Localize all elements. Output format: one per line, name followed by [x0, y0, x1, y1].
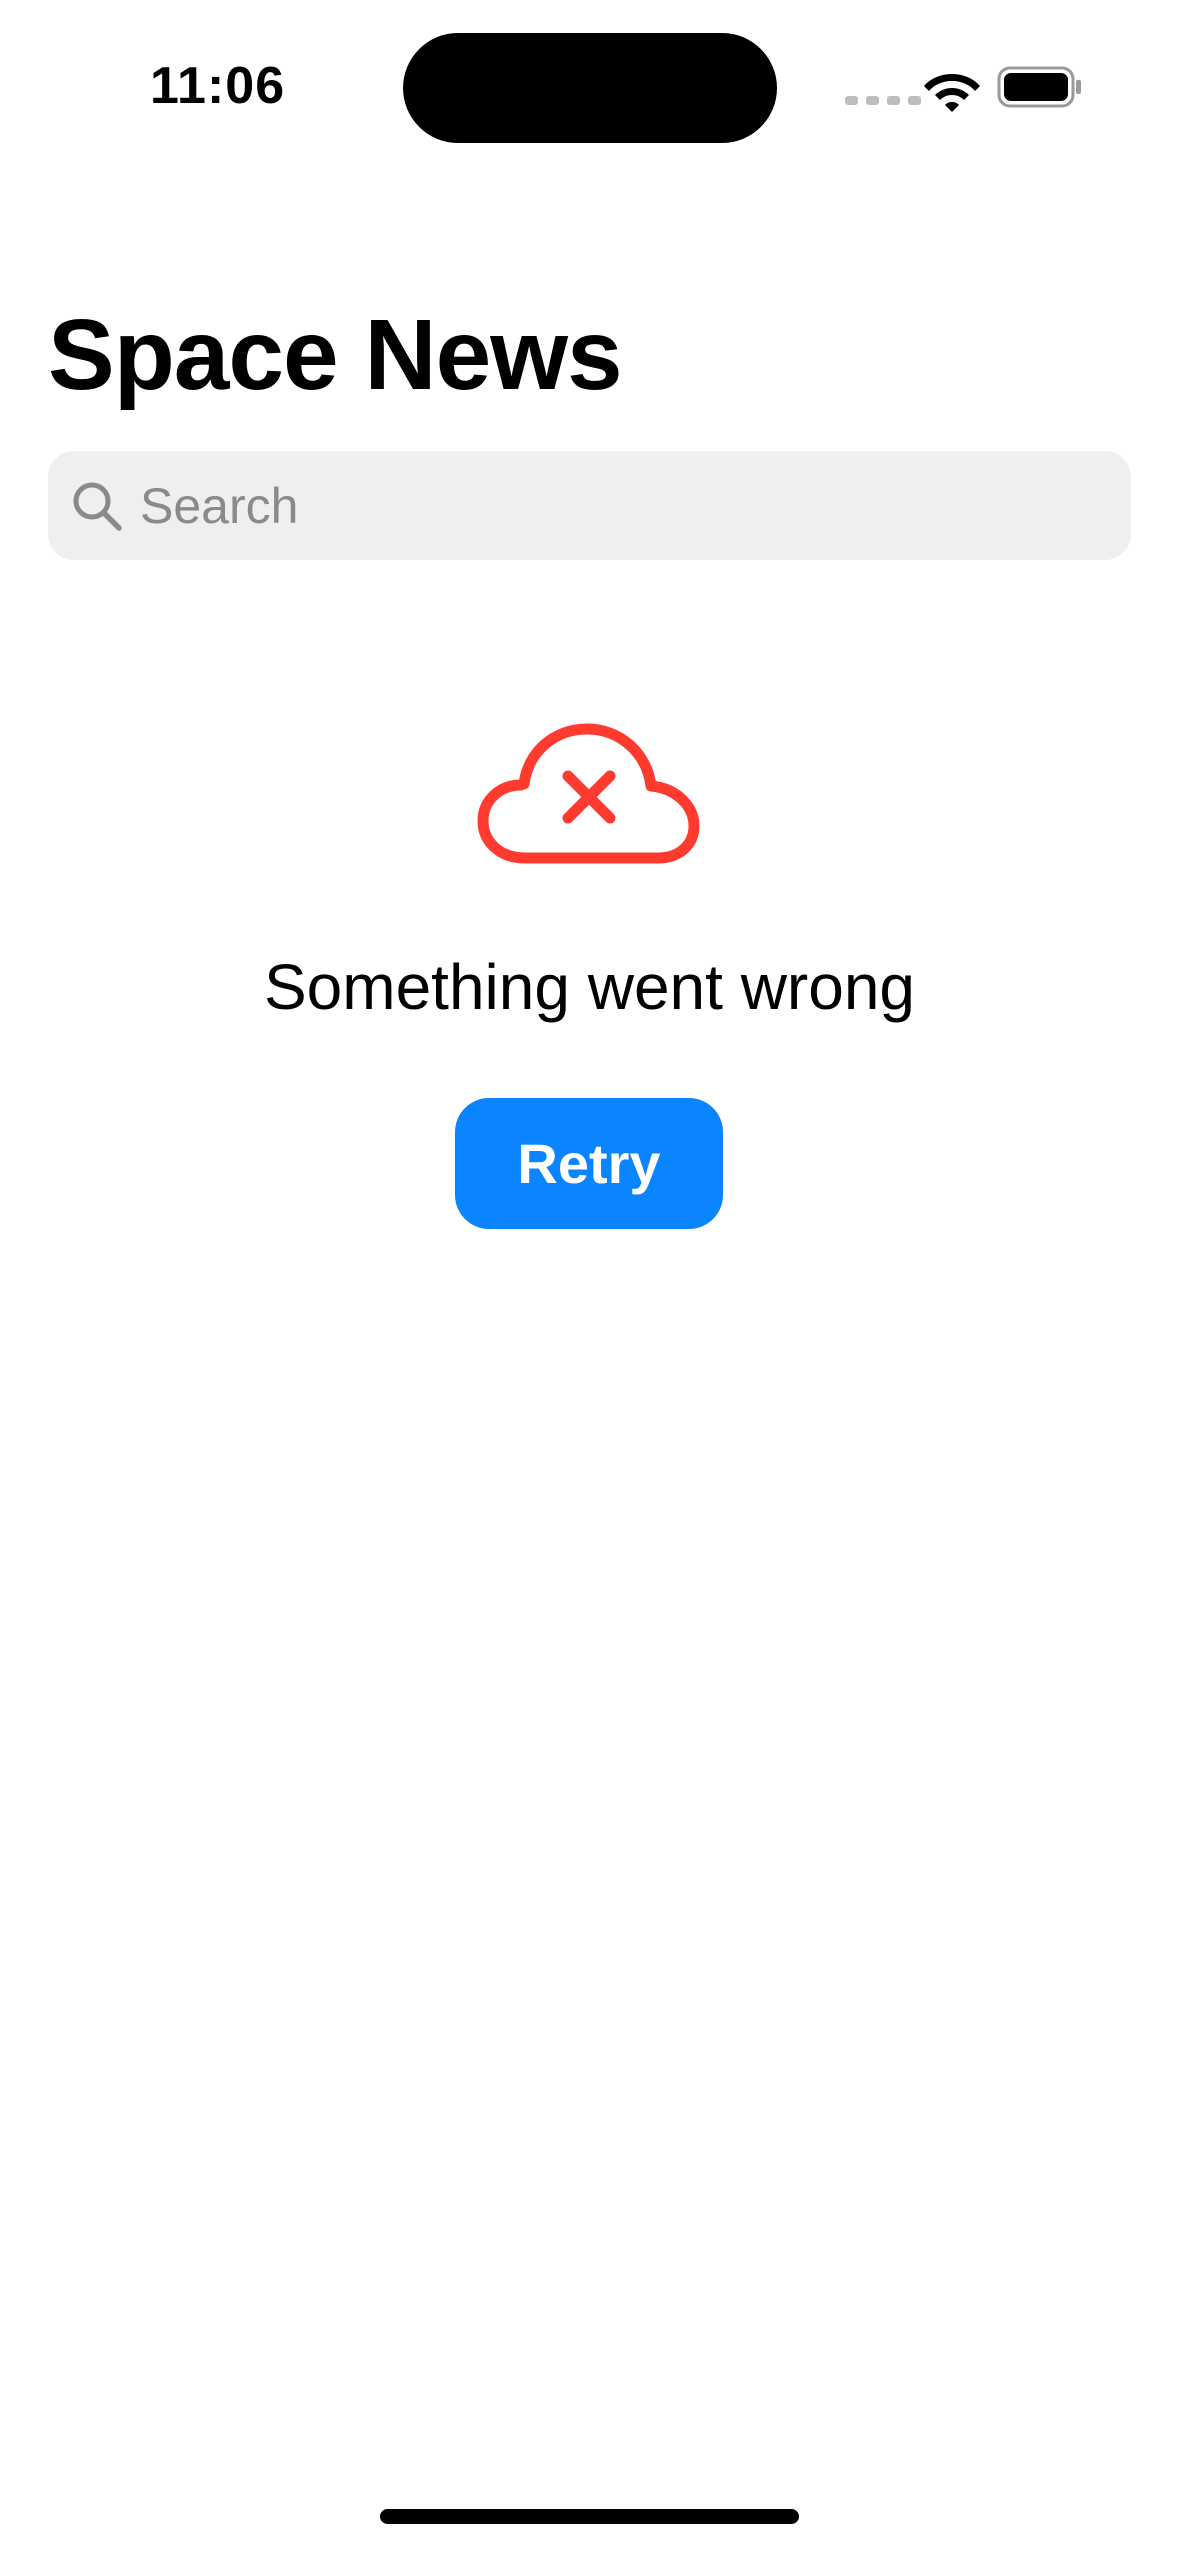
search-icon: [73, 482, 122, 531]
retry-button[interactable]: Retry: [455, 1098, 723, 1229]
home-indicator[interactable]: [380, 2509, 799, 2524]
page-title: Space News: [48, 299, 623, 411]
dynamic-island: [403, 33, 777, 143]
search-bar[interactable]: [48, 451, 1131, 560]
cloud-error-icon: [477, 723, 700, 864]
error-message: Something went wrong: [263, 951, 916, 1023]
signal-dots-icon: [845, 96, 921, 105]
wifi-icon: [924, 74, 980, 112]
status-time: 11:06: [150, 57, 286, 115]
app-screen: 11:06 Space News Something went wrong: [0, 0, 1179, 2556]
search-input[interactable]: [140, 465, 1040, 546]
battery-icon: [997, 66, 1081, 108]
